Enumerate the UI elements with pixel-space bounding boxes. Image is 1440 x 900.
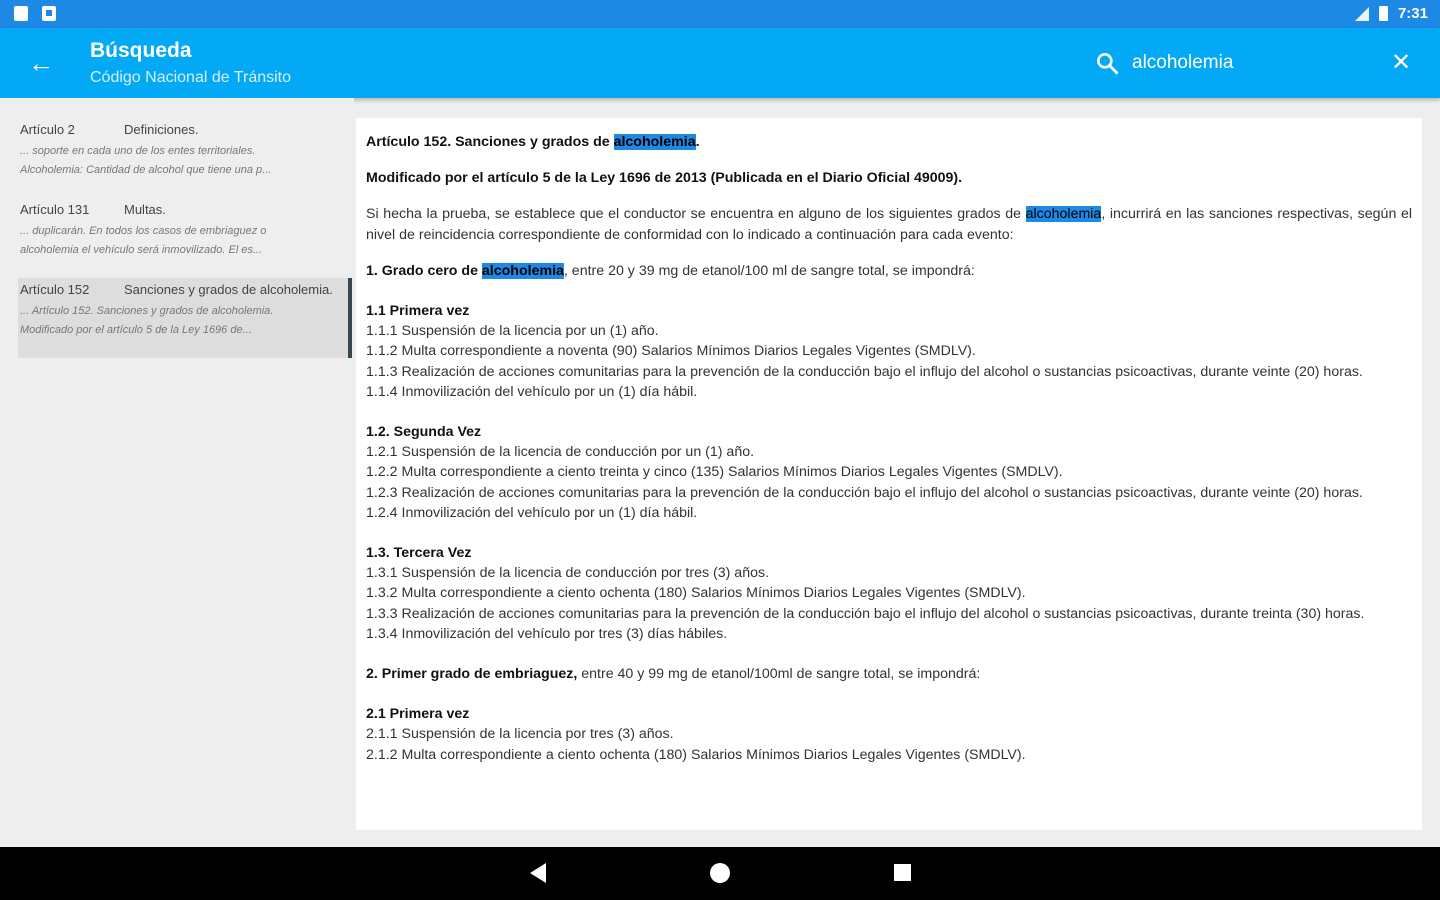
section-line: 1.2.4 Inmovilización del vehículo por un…: [366, 504, 698, 521]
result-heading: Multas.: [124, 202, 166, 217]
list-item-selected[interactable]: Artículo 152 Sanciones y grados de alcoh…: [18, 278, 352, 358]
signal-icon: [1354, 6, 1369, 21]
section-title: 1.1 Primera vez: [366, 303, 470, 320]
result-article: Artículo 2: [20, 122, 75, 137]
section-line: 2.1.2 Multa correspondiente a ciento och…: [366, 746, 1026, 763]
result-snippet: ... Artículo 152. Sanciones y grados de …: [20, 305, 274, 317]
section-line: 1.3.3 Realización de acciones comunitari…: [366, 605, 1365, 622]
status-bar: 7:31: [0, 0, 1440, 28]
battery-icon: [1378, 6, 1388, 21]
section-line: 1.1.3 Realización de acciones comunitari…: [366, 363, 1363, 380]
result-article: Artículo 131: [20, 202, 90, 217]
section-line: 1.3.1 Suspensión de la licencia de condu…: [366, 565, 770, 582]
section-line: 1.1.1 Suspensión de la licencia por un (…: [366, 323, 659, 340]
section-block: 2.1 Primera vez 2.1.1 Suspensión de la l…: [366, 704, 1412, 765]
notification-icon: [42, 6, 56, 21]
section-block: 1.2. Segunda Vez 1.2.1 Suspensión de la …: [366, 422, 1412, 523]
nav-back-icon[interactable]: [530, 863, 546, 883]
section-line: 1.3.4 Inmovilización del vehículo por tr…: [366, 625, 728, 642]
section-block: 1.3. Tercera Vez 1.3.1 Suspensión de la …: [366, 543, 1412, 644]
close-icon[interactable]: ✕: [1386, 48, 1416, 78]
page-title: Búsqueda: [90, 39, 192, 62]
section-line: 2.1.1 Suspensión de la licencia por tres…: [366, 726, 674, 743]
app-bar: ← Búsqueda Código Nacional de Tránsito ✕: [0, 28, 1440, 98]
section-line: 1.2.3 Realización de acciones comunitari…: [366, 484, 1363, 501]
grade-heading: 2. Primer grado de embriaguez, entre 40 …: [366, 666, 981, 683]
search-highlight: alcoholemia: [1025, 206, 1102, 223]
section-line: 1.1.2 Multa correspondiente a noventa (9…: [366, 343, 976, 360]
section-line: 1.1.4 Inmovilización del vehículo por un…: [366, 383, 698, 400]
search-input[interactable]: [1132, 48, 1372, 78]
list-item[interactable]: Artículo 2 Definiciones. ... soporte en …: [18, 118, 352, 198]
section-line: 1.2.2 Multa correspondiente a ciento tre…: [366, 464, 1063, 481]
article-modified: Modificado por el artículo 5 de la Ley 1…: [366, 170, 963, 187]
section-line: 1.2.1 Suspensión de la licencia de condu…: [366, 444, 755, 461]
status-time: 7:31: [1397, 5, 1428, 22]
search-icon: [1097, 53, 1119, 75]
article-content: Artículo 152. Sanciones y grados de alco…: [356, 118, 1422, 830]
nav-recents-icon[interactable]: [894, 864, 911, 881]
search-highlight: alcoholemia: [613, 134, 696, 150]
result-heading: Sanciones y grados de alcoholemia.: [124, 282, 333, 297]
page-subtitle: Código Nacional de Tránsito: [90, 69, 292, 86]
result-snippet: alcoholemia el vehículo será inmovilizad…: [20, 244, 263, 256]
section-block: 1.1 Primera vez 1.1.1 Suspensión de la l…: [366, 301, 1412, 402]
section-title: 2.1 Primera vez: [366, 706, 470, 723]
result-snippet: Alcoholemia: Cantidad de alcohol que tie…: [20, 164, 272, 176]
result-heading: Definiciones.: [124, 122, 199, 137]
article-intro: Si hecha la prueba, se establece que el …: [366, 206, 1412, 243]
section-line: 1.3.2 Multa correspondiente a ciento och…: [366, 585, 1026, 602]
list-item[interactable]: Artículo 131 Multas. ... duplicarán. En …: [18, 198, 352, 278]
section-title: 1.2. Segunda Vez: [366, 424, 482, 441]
notification-icon: [14, 6, 28, 21]
result-snippet: ... duplicarán. En todos los casos de em…: [20, 225, 267, 237]
result-article: Artículo 152: [20, 282, 90, 297]
nav-home-icon[interactable]: [710, 863, 730, 883]
result-snippet: ... soporte en cada uno de los entes ter…: [20, 145, 256, 157]
search-highlight: alcoholemia: [481, 262, 564, 279]
article-title: Artículo 152. Sanciones y grados de alco…: [366, 134, 700, 150]
back-arrow-icon[interactable]: ←: [24, 48, 58, 78]
navigation-bar: [0, 847, 1440, 900]
section-title: 1.3. Tercera Vez: [366, 545, 472, 562]
results-list: Artículo 2 Definiciones. ... soporte en …: [0, 98, 354, 847]
result-snippet: Modificado por el artículo 5 de la Ley 1…: [20, 324, 252, 336]
grade-heading: 1. Grado cero de alcoholemia, entre 20 y…: [366, 262, 975, 279]
